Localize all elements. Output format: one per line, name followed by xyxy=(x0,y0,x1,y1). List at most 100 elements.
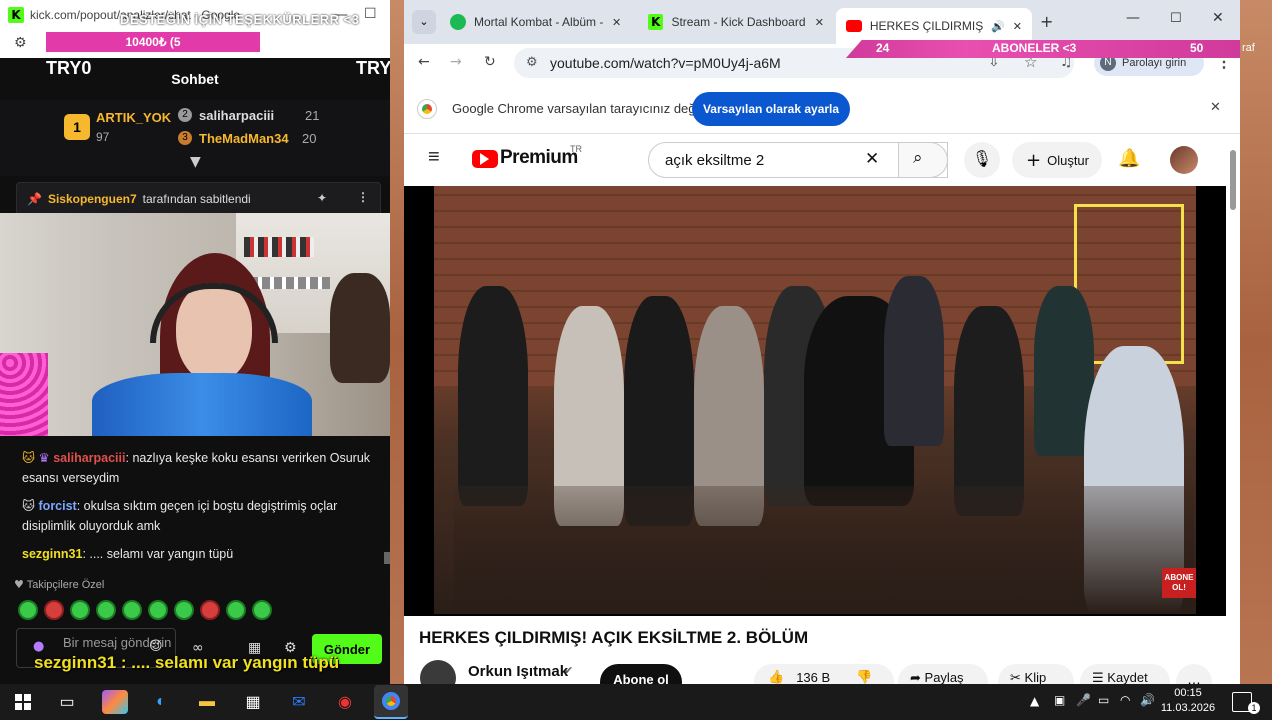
mic-tray-icon[interactable]: 🎤 xyxy=(1076,693,1091,707)
copilot-icon[interactable] xyxy=(102,690,128,714)
chrome-icon xyxy=(382,692,400,710)
sub-goal-current: 24 xyxy=(876,41,890,55)
close-infobar-icon[interactable]: ✕ xyxy=(1210,100,1221,115)
file-explorer-icon[interactable]: ▬ xyxy=(194,690,220,714)
store-app-icon[interactable]: ▦ xyxy=(240,690,266,714)
notifications-bell-icon[interactable]: 🔔 xyxy=(1118,148,1140,169)
kick-icon: K xyxy=(648,14,664,30)
pinned-by-user[interactable]: Siskopenguen7 xyxy=(48,192,137,206)
edge-icon[interactable]: ◐ xyxy=(148,690,174,714)
youtube-logo-text[interactable]: Premium xyxy=(500,147,578,169)
camera-icon[interactable]: ▣ xyxy=(1054,693,1065,707)
share-button[interactable]: ➦ Paylaş xyxy=(898,664,988,684)
site-info-icon[interactable]: ⚙ xyxy=(526,55,538,70)
video-frame[interactable]: ABONE OL! xyxy=(434,186,1196,614)
tab-search-icon[interactable]: ⌄ xyxy=(412,10,436,34)
search-icon: ⌕ xyxy=(913,148,923,168)
search-button[interactable]: ⌕ xyxy=(898,142,948,178)
subscribe-button[interactable]: Abone ol xyxy=(600,664,682,684)
clip-label: Klip xyxy=(1024,670,1047,684)
donation-goal-value: 10400₺ (5 xyxy=(125,35,181,49)
channel-name[interactable]: Orkun Işıtmak xyxy=(468,663,568,680)
tab-kick-dashboard[interactable]: K Stream - Kick Dashboard ✕ xyxy=(638,8,834,36)
task-view-icon[interactable]: ▭ xyxy=(54,690,80,714)
volume-icon[interactable]: 🔊 xyxy=(1140,693,1155,707)
youtube-icon xyxy=(846,20,862,32)
sub-badge-icon: ♛ xyxy=(38,450,50,465)
like-icon[interactable]: 👍 xyxy=(768,670,784,684)
chat-username[interactable]: sezginn31 xyxy=(22,547,82,561)
tab-youtube[interactable]: HERKES ÇILDIRMIŞ! AÇ 🔊 ✕ xyxy=(836,8,1032,44)
new-tab-icon[interactable]: + xyxy=(1040,12,1053,31)
emote-button[interactable] xyxy=(174,600,194,620)
page-scrollbar[interactable] xyxy=(1230,150,1236,210)
window-close-icon[interactable]: ✕ xyxy=(1212,10,1224,26)
clip-button[interactable]: ✂ Klip xyxy=(998,664,1074,684)
leader-3-name[interactable]: TheMadMan34 xyxy=(199,131,289,146)
obs-icon[interactable]: ◉ xyxy=(332,690,358,714)
more-options-icon[interactable]: ⋮ xyxy=(357,190,369,204)
site-settings-icon[interactable]: ⚙ xyxy=(14,35,27,51)
chat-username[interactable]: saliharpaciii xyxy=(53,451,125,465)
speaker-icon[interactable]: 🔊 xyxy=(991,20,1005,33)
emote-button[interactable] xyxy=(252,600,272,620)
voice-search-icon[interactable]: 🎙 xyxy=(964,142,1000,178)
like-count[interactable]: 136 B xyxy=(796,670,830,684)
subscribe-watermark[interactable]: ABONE OL! xyxy=(1162,568,1196,598)
emote-button[interactable] xyxy=(200,600,220,620)
close-tab-icon[interactable]: ✕ xyxy=(1013,20,1022,33)
outlook-icon[interactable]: ✉ xyxy=(286,690,312,714)
tab-spotify[interactable]: Mortal Kombat - Albüm - Sp ✕ xyxy=(440,8,636,36)
emote-button[interactable] xyxy=(96,600,116,620)
reload-icon[interactable]: ↻ xyxy=(484,54,496,70)
audience-person xyxy=(884,276,944,446)
more-actions-icon[interactable]: … xyxy=(1176,664,1212,684)
account-avatar[interactable] xyxy=(1170,146,1198,174)
forward-icon[interactable]: → xyxy=(450,54,462,70)
maximize-icon[interactable]: ☐ xyxy=(364,6,377,22)
wifi-icon[interactable]: ◠ xyxy=(1120,693,1130,707)
floor xyxy=(454,486,1194,614)
unpin-icon[interactable]: ✦ xyxy=(317,191,327,205)
emote-bar xyxy=(18,600,272,620)
verified-icon: ✔ xyxy=(564,664,574,677)
taskbar-clock[interactable]: 00:15 11.03.2026 xyxy=(1158,686,1218,716)
emote-button[interactable] xyxy=(226,600,246,620)
window-maximize-icon[interactable]: ☐ xyxy=(1170,11,1182,26)
chat-message: sezginn31: .... selamı var yangın tüpü xyxy=(22,547,234,561)
chrome-taskbar-icon[interactable] xyxy=(374,685,408,719)
clear-search-icon[interactable]: ✕ xyxy=(865,149,879,169)
leader-2-name[interactable]: saliharpaciii xyxy=(199,108,274,123)
currency-right-value: TRY2 xyxy=(356,58,390,78)
plus-icon: + xyxy=(1026,149,1042,171)
close-tab-icon[interactable]: ✕ xyxy=(815,16,824,29)
set-default-button[interactable]: Varsayılan olarak ayarla xyxy=(692,92,850,126)
expand-leaderboard-icon[interactable]: ▼ xyxy=(190,154,201,170)
emote-button[interactable] xyxy=(148,600,168,620)
chat-scrollbar[interactable] xyxy=(384,552,390,564)
start-button-icon[interactable] xyxy=(10,690,36,714)
kick-icon: K xyxy=(8,7,24,23)
emote-button[interactable] xyxy=(70,600,90,620)
dislike-icon[interactable]: 👎 xyxy=(856,670,872,684)
save-label: Kaydet xyxy=(1107,670,1148,684)
badge-icon: 🐱 xyxy=(22,450,36,465)
video-title: HERKES ÇILDIRMIŞ! AÇIK EKSİLTME 2. BÖLÜM xyxy=(419,628,809,647)
emote-button[interactable] xyxy=(44,600,64,620)
close-tab-icon[interactable]: ✕ xyxy=(612,16,621,29)
desktop-file-label[interactable]: raf xyxy=(1242,42,1255,54)
emote-button[interactable] xyxy=(122,600,142,620)
rank-2-badge: 2 xyxy=(178,108,192,122)
window-minimize-icon[interactable]: — xyxy=(1126,10,1140,26)
leader-1-name[interactable]: ARTIK_YOK xyxy=(96,110,171,125)
battery-icon[interactable]: ▭ xyxy=(1098,693,1109,707)
show-hidden-icons-icon[interactable]: ▲ xyxy=(1030,694,1039,708)
back-icon[interactable]: ← xyxy=(418,54,430,70)
chat-username[interactable]: forcist xyxy=(39,499,77,513)
channel-avatar[interactable] xyxy=(420,660,456,684)
emote-button[interactable] xyxy=(18,600,38,620)
save-button[interactable]: ☰ Kaydet xyxy=(1080,664,1170,684)
infobar-text: Google Chrome varsayılan tarayıcınız değ… xyxy=(452,101,702,116)
hamburger-menu-icon[interactable]: ≡ xyxy=(428,146,440,169)
create-button[interactable]: + Oluştur xyxy=(1012,142,1102,178)
